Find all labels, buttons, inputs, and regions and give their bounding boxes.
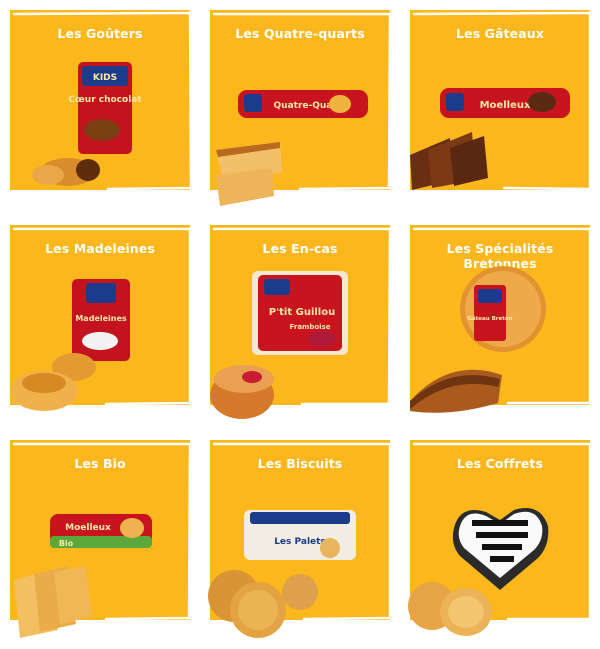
madeleines-product-image: Madeleines (10, 279, 130, 411)
pack-text: Les Palets (274, 537, 326, 547)
gâteaux-product-image: Moelleux (410, 88, 570, 190)
spécialités-bretonnes-product-image: Gâteau Breton (410, 266, 546, 413)
quatre-quarts-product-image: Quatre-Quarts (216, 90, 368, 206)
category-tile-coffrets[interactable]: Les Coffrets (408, 440, 592, 636)
category-tile-quatre-quarts[interactable]: Les Quatre-quarts Quatre-Quarts (210, 10, 392, 206)
category-tile-madeleines[interactable]: Les Madeleines Madeleines (10, 225, 192, 411)
goûters-product-image: KIDS Cœur chocolat (32, 62, 142, 186)
biscuits-product-image: Les Palets (208, 510, 356, 638)
category-tile-bio[interactable]: Les Bio Moelleux Bio (10, 440, 192, 638)
category-tile-en-cas[interactable]: Les En-cas P'tit Guillou Framboise (210, 225, 392, 419)
pack-text: Cœur chocolat (68, 95, 142, 105)
bio-product-image: Moelleux Bio (14, 514, 152, 638)
category-tile-gouters[interactable]: Les Goûters KIDS Cœur chocolat (10, 10, 193, 191)
en-cas-product-image: P'tit Guillou Framboise (210, 271, 348, 419)
pack-subtitle: KIDS (93, 73, 117, 83)
category-tile-gateaux[interactable]: Les Gâteaux Moelleux (410, 10, 592, 191)
pack-text: Madeleines (75, 314, 127, 323)
pack-subtitle: Bio (59, 539, 74, 548)
pack-subtitle: Framboise (290, 323, 331, 331)
pack-text: Moelleux (480, 100, 531, 111)
category-tile-specialites-bretonnes[interactable]: Les Spécialités Bretonnes Gâteau Breton (410, 225, 592, 413)
category-tile-biscuits[interactable]: Les Biscuits Les Palets (208, 440, 392, 638)
pack-text: Moelleux (65, 523, 111, 533)
category-grid: Les Goûters KIDS Cœur chocolat Les Quatr… (0, 0, 600, 649)
pack-text: Gâteau Breton (467, 315, 512, 322)
pack-text: P'tit Guillou (269, 307, 335, 318)
coffrets-product-image (408, 508, 549, 636)
